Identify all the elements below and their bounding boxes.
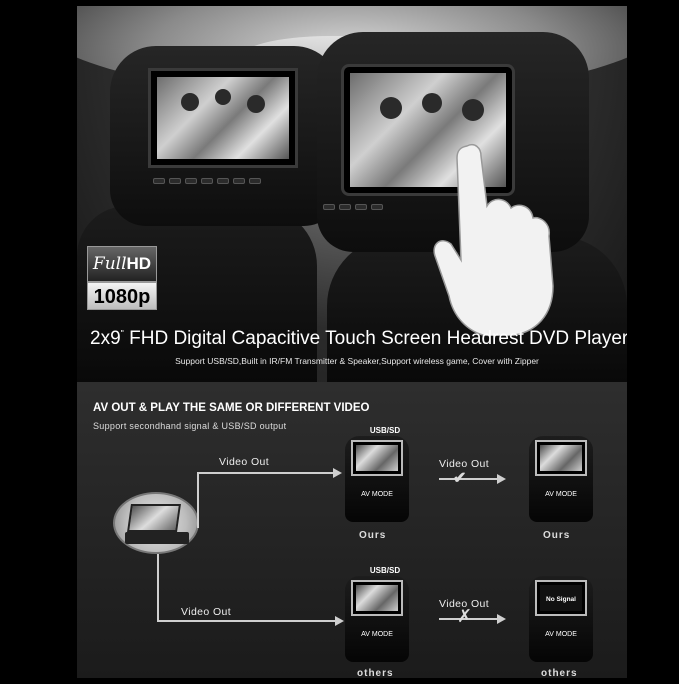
connector-line: [157, 620, 335, 622]
section-subtitle: Support secondhand signal & USB/SD outpu…: [93, 421, 287, 431]
connector-line: [197, 472, 333, 474]
av-out-section: AV OUT & PLAY THE SAME OR DIFFERENT VIDE…: [77, 382, 627, 678]
product-title: 2x9" FHD Digital Capacitive Touch Screen…: [90, 328, 627, 349]
link-line: [439, 478, 499, 480]
head-unit-body: [125, 532, 189, 544]
right-control-buttons: [323, 204, 383, 210]
movie-picture: [356, 585, 398, 611]
headrest-button[interactable]: [185, 178, 197, 184]
headrest-button[interactable]: [249, 178, 261, 184]
left-headrest-screen: [148, 68, 298, 168]
touching-hand-image: [433, 144, 554, 336]
arrow-right-icon: [333, 468, 342, 478]
ours-source-monitor: AV MODE: [345, 436, 409, 522]
monitor-screen: [351, 580, 403, 616]
section-title: AV OUT & PLAY THE SAME OR DIFFERENT VIDE…: [93, 402, 370, 414]
av-mode-label: AV MODE: [361, 491, 393, 498]
connector-line: [157, 554, 159, 620]
ours-caption: Ours: [543, 530, 571, 541]
headrest-button[interactable]: [201, 178, 213, 184]
headrest-button[interactable]: [169, 178, 181, 184]
headrest-button[interactable]: [339, 204, 351, 210]
monitor-screen: [351, 440, 403, 476]
headrest-button[interactable]: [217, 178, 229, 184]
video-out-label: Video Out: [181, 606, 232, 618]
movie-picture: [540, 445, 582, 471]
headrest-button[interactable]: [153, 178, 165, 184]
car-interior-photo: FullHD 1080p 2x9" FHD Digital Capacitive…: [77, 6, 627, 382]
av-mode-label: AV MODE: [545, 491, 577, 498]
av-mode-label: AV MODE: [361, 631, 393, 638]
av-mode-label: AV MODE: [545, 631, 577, 638]
monitor-screen: No Signal: [535, 580, 587, 616]
ours-target-monitor: AV MODE: [529, 436, 593, 522]
person-figure: [380, 97, 402, 119]
arrow-right-icon: [497, 614, 506, 624]
checkmark-icon: ✔: [453, 470, 467, 487]
head-unit-screen: [127, 504, 181, 532]
ours-caption: Ours: [359, 530, 387, 541]
person-figure: [215, 89, 231, 105]
arrow-right-icon: [335, 616, 344, 626]
movie-picture: [356, 445, 398, 471]
cross-icon: ✗: [457, 606, 473, 626]
headrest-button[interactable]: [355, 204, 367, 210]
headrest-button[interactable]: [233, 178, 245, 184]
full-hd-label: FullHD: [87, 246, 157, 282]
video-out-label: Video Out: [219, 456, 270, 468]
person-figure: [422, 93, 442, 113]
others-caption: others: [357, 668, 394, 678]
resolution-label: 1080p: [87, 282, 157, 310]
person-figure: [247, 95, 265, 113]
no-signal-text: No Signal: [546, 596, 576, 603]
usb-sd-tag: USB/SD: [369, 426, 401, 435]
connector-line: [197, 472, 199, 528]
arrow-right-icon: [497, 474, 506, 484]
usb-sd-tag: USB/SD: [369, 566, 401, 575]
monitor-screen: [535, 440, 587, 476]
left-control-buttons: [153, 178, 261, 184]
full-hd-1080p-badge: FullHD 1080p: [87, 246, 157, 310]
headrest-button[interactable]: [371, 204, 383, 210]
person-figure: [462, 99, 484, 121]
product-features: Support USB/SD,Built in IR/FM Transmitte…: [175, 356, 539, 366]
product-banner: FullHD 1080p 2x9" FHD Digital Capacitive…: [77, 6, 627, 678]
others-source-monitor: AV MODE: [345, 576, 409, 662]
person-figure: [181, 93, 199, 111]
headrest-button[interactable]: [323, 204, 335, 210]
others-target-monitor: No Signal AV MODE: [529, 576, 593, 662]
others-caption: others: [541, 668, 578, 678]
car-dvd-head-unit: [113, 492, 199, 554]
